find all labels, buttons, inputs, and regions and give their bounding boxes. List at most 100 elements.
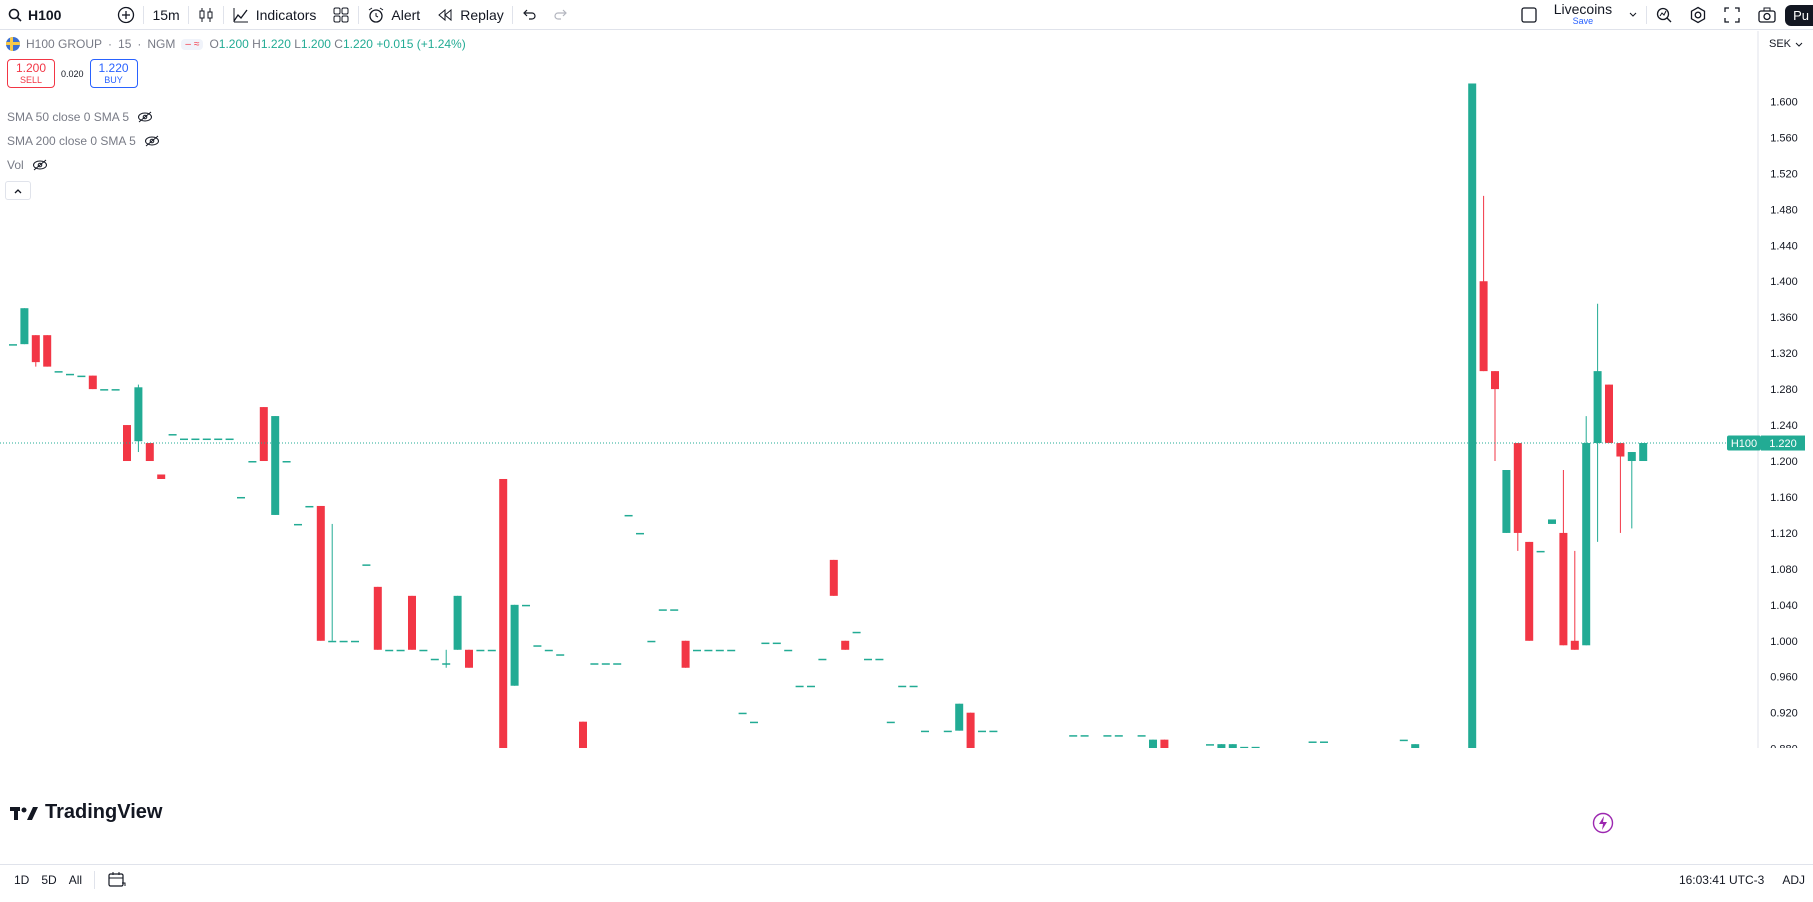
candle: [191, 438, 200, 441]
candle-body: [1080, 735, 1089, 737]
layout-menu-button[interactable]: [1620, 0, 1646, 30]
candle-body: [31, 335, 40, 363]
replay-button[interactable]: Replay: [428, 0, 512, 30]
tradingview-logo[interactable]: TradingView: [10, 801, 162, 824]
candle: [9, 344, 17, 346]
candle-body: [966, 712, 975, 748]
settings-button[interactable]: [1681, 0, 1715, 30]
legend-exchange: NGM: [147, 37, 176, 51]
candle-body: [955, 703, 964, 731]
candle-body: [1308, 741, 1317, 743]
chart-type-button[interactable]: [189, 0, 223, 30]
candle: [693, 649, 701, 652]
undo-button[interactable]: [513, 0, 545, 30]
candle: [373, 586, 382, 650]
candle: [1536, 550, 1545, 553]
candle: [111, 389, 120, 391]
candle-body: [704, 649, 713, 652]
price-scale[interactable]: 1.600 1.560 1.520 1.480 1.440 1.400 1.360 1.320…: [1770, 96, 1798, 748]
adjust-toggle[interactable]: ADJ: [1782, 873, 1805, 887]
candle: [807, 685, 815, 688]
candle-body: [1399, 739, 1408, 742]
alert-button[interactable]: Alert: [359, 0, 428, 30]
eye-hidden-icon[interactable]: [32, 159, 48, 171]
save-box: Livecoins Save: [1554, 2, 1612, 27]
candle-body: [1468, 83, 1477, 748]
currency-selector[interactable]: SEK: [1769, 38, 1803, 50]
go-to-date-button[interactable]: [101, 870, 133, 891]
sell-button[interactable]: 1.200 SELL: [7, 59, 55, 88]
indicator-volume[interactable]: Vol: [7, 158, 48, 172]
candle: [31, 335, 40, 367]
indicator-sma200[interactable]: SMA 200 close 0 SMA 5: [7, 134, 160, 148]
quick-search-button[interactable]: [1647, 0, 1681, 30]
square-icon: [1521, 7, 1537, 23]
candle-body: [1069, 735, 1078, 737]
tradingview-logo-icon: [10, 806, 38, 820]
candle: [1582, 416, 1591, 646]
candle-body: [316, 505, 325, 641]
redo-button[interactable]: [545, 0, 577, 30]
candle-body: [636, 532, 644, 535]
layout-checkbox[interactable]: [1512, 0, 1546, 30]
candle-body: [1605, 384, 1613, 444]
candle: [214, 438, 223, 441]
candle-body: [1479, 281, 1488, 372]
candle-body: [1149, 739, 1157, 748]
candles-layer: [9, 83, 1648, 748]
candle-body: [852, 631, 861, 634]
legend-symbol-name[interactable]: H100 GROUP: [26, 37, 102, 51]
publish-button[interactable]: Pu: [1785, 4, 1813, 26]
candle: [761, 642, 770, 645]
price-chart[interactable]: 1.600 1.560 1.520 1.480 1.440 1.400 1.360 1.320…: [0, 31, 1813, 748]
collapse-legend-button[interactable]: [5, 181, 31, 200]
candle: [282, 461, 291, 463]
change-value: +0.015 (+1.24%): [376, 37, 466, 51]
candle: [510, 604, 519, 686]
candle: [362, 564, 371, 566]
eye-hidden-icon[interactable]: [137, 111, 153, 123]
candle: [248, 461, 257, 463]
candle-body: [1206, 744, 1214, 746]
candle-body: [841, 640, 850, 650]
range-1d[interactable]: 1D: [0, 873, 35, 887]
buy-button[interactable]: 1.220 BUY: [89, 59, 138, 88]
candle: [134, 384, 143, 453]
price-tick-label: 1.120: [1770, 528, 1798, 540]
candle: [1149, 739, 1157, 748]
candle: [1160, 739, 1169, 748]
candle: [1479, 195, 1488, 372]
indicator-sma50[interactable]: SMA 50 close 0 SMA 5: [7, 110, 153, 124]
candle-body: [1320, 741, 1328, 743]
market-status-pill[interactable]: – ≈: [181, 38, 204, 50]
clock-time[interactable]: 16:03:41 UTC-3: [1679, 873, 1764, 887]
layouts-button[interactable]: [324, 0, 358, 30]
candle-body: [305, 505, 314, 508]
compare-button[interactable]: [109, 0, 143, 30]
candle-body: [419, 649, 428, 652]
candle: [681, 640, 690, 668]
price-tick-label: 1.240: [1770, 420, 1798, 432]
interval-button[interactable]: 15m: [144, 0, 187, 30]
currency-label: SEK: [1768, 38, 1791, 50]
fullscreen-button[interactable]: [1715, 0, 1749, 30]
eye-hidden-icon[interactable]: [144, 135, 160, 147]
candle-body: [647, 640, 656, 643]
range-5d[interactable]: 5D: [35, 873, 62, 887]
save-layout-button[interactable]: Livecoins Save: [1546, 0, 1620, 30]
range-all[interactable]: All: [63, 873, 88, 887]
lightning-icon[interactable]: [1592, 812, 1614, 834]
candle-body: [864, 658, 872, 661]
snapshot-button[interactable]: [1749, 0, 1785, 30]
candle-body: [373, 586, 382, 650]
candle-body: [100, 389, 109, 391]
candle: [1114, 735, 1123, 737]
indicators-button[interactable]: Indicators: [224, 0, 325, 30]
candle: [1525, 541, 1534, 641]
candle-body: [168, 434, 177, 436]
symbol-search[interactable]: H100: [0, 0, 69, 30]
price-tick-label: 1.480: [1770, 204, 1798, 216]
candle-body: [909, 685, 918, 688]
candle-body: [556, 654, 565, 656]
buy-price: 1.220: [98, 60, 129, 75]
